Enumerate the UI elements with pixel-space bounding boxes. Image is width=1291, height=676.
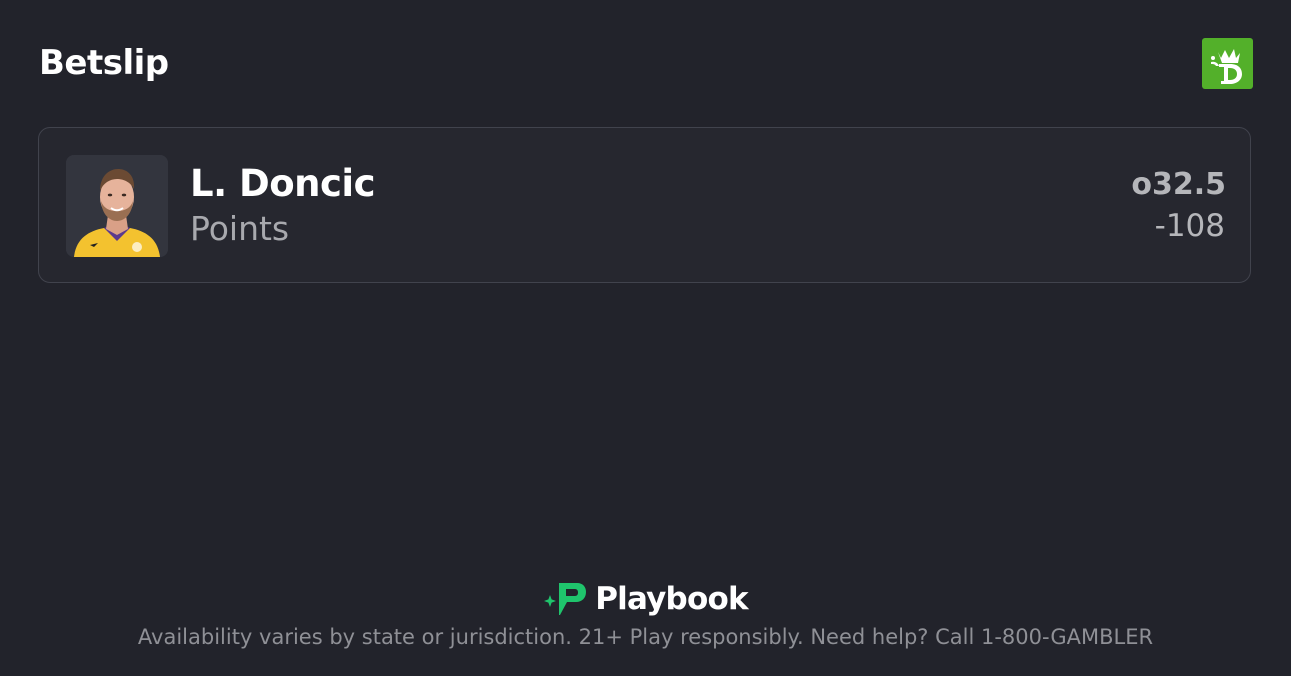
player-name: L. Doncic — [190, 162, 376, 205]
page-title: Betslip — [39, 43, 169, 83]
bet-odds: -108 — [1154, 208, 1225, 244]
betslip-page: Betslip L. Doncic Points o32.5 -108 Play… — [0, 0, 1291, 676]
playbook-logo[interactable]: Playbook — [543, 580, 749, 618]
playbook-wordmark: Playbook — [595, 581, 748, 617]
footer: Playbook Availability varies by state or… — [0, 580, 1291, 651]
playbook-p-icon — [544, 583, 587, 615]
betslip-header: Betslip — [39, 38, 1253, 90]
bet-line: o32.5 — [1131, 167, 1226, 202]
player-avatar — [66, 155, 168, 257]
draftkings-crown-icon[interactable] — [1202, 38, 1253, 89]
disclaimer-text: Availability varies by state or jurisdic… — [137, 625, 1154, 649]
bet-card[interactable]: L. Doncic Points o32.5 -108 — [38, 127, 1251, 283]
player-headshot-icon — [66, 155, 168, 257]
market-label: Points — [190, 209, 290, 248]
